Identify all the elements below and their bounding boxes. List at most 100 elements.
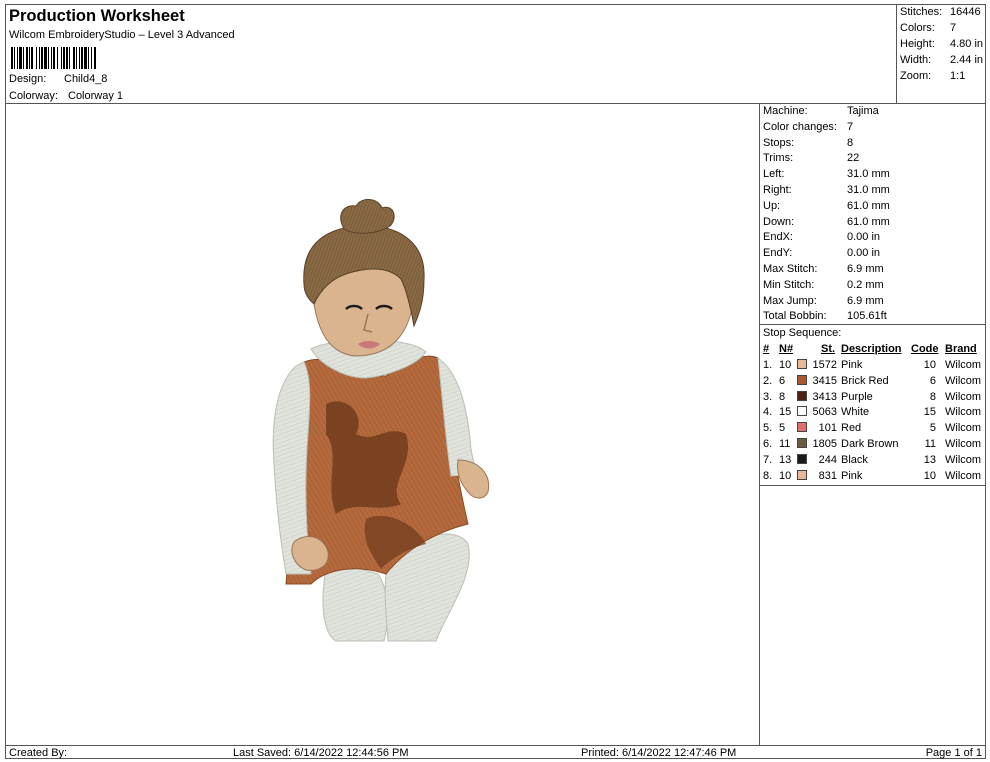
info-value: 22 [847, 152, 860, 165]
seq-cell-n: 6 [779, 374, 786, 387]
machine-info-row: Left: 31.0 mm [763, 168, 890, 180]
zoom-row: Zoom: 1:1 [900, 70, 966, 82]
seq-cell-num: 3. [763, 390, 773, 403]
design-label: Design: [9, 73, 47, 85]
divider [760, 324, 985, 325]
table-row: 7. 13 244 Black 13 Wilcom [760, 453, 985, 469]
seq-cell-st: 1572 [812, 359, 837, 371]
info-value: 8 [847, 136, 854, 149]
info-label: Machine: [763, 105, 808, 117]
seq-cell-description: Pink [841, 469, 863, 482]
info-value: 6.9 mm [847, 263, 884, 275]
seq-cell-code: 15 [923, 406, 936, 419]
machine-info-row: Total Bobbin: 105.61ft [763, 310, 887, 322]
machine-info-row: Max Jump: 6.9 mm [763, 295, 884, 307]
info-label: Right: [763, 184, 792, 196]
seq-cell-code: 11 [924, 438, 936, 450]
seq-cell-code: 10 [923, 359, 936, 371]
design-summary: Stitches: 16446 Colors: 7 Height: 4.80 in W… [897, 5, 985, 104]
info-label: Trims: [763, 152, 794, 165]
seq-cell-num: 7. [763, 453, 773, 466]
seq-cell-n: 15 [779, 406, 792, 419]
color-swatch-icon [797, 406, 807, 417]
seq-cell-brand: Wilcom [945, 374, 982, 387]
info-value: 0.00 in [847, 231, 881, 244]
stitches-row: Stitches: 16446 [900, 6, 981, 18]
seq-cell-description: Brick Red [841, 374, 889, 387]
color-swatch-icon [797, 453, 807, 464]
seq-cell-n: 10 [779, 359, 792, 371]
design-preview [6, 104, 760, 745]
seq-cell-st: 244 [818, 453, 837, 466]
seq-cell-n: 8 [779, 390, 786, 403]
seq-cell-num: 6. [763, 438, 773, 450]
col-description: Description [841, 343, 902, 355]
seq-cell-num: 8. [763, 469, 773, 482]
seq-cell-description: Dark Brown [841, 438, 899, 450]
seq-cell-st: 3413 [812, 390, 837, 403]
machine-info-row: Color changes: 7 [763, 121, 853, 133]
table-row: 1. 10 1572 Pink 10 Wilcom [760, 359, 985, 374]
machine-info-row: Down: 61.0 mm [763, 216, 890, 228]
seq-cell-brand: Wilcom [945, 438, 982, 450]
embroidery-child-figure-icon [272, 199, 490, 642]
seq-cell-st: 831 [818, 469, 837, 482]
seq-cell-num: 2. [763, 374, 773, 387]
color-swatch-icon [797, 390, 807, 401]
seq-cell-code: 13 [923, 453, 936, 466]
color-swatch-icon [797, 359, 807, 369]
divider [760, 485, 985, 486]
info-label: EndX: [763, 231, 793, 244]
info-label: Color changes: [763, 120, 837, 133]
design-row: Design: Child4_8 [9, 73, 107, 85]
seq-cell-n: 5 [779, 422, 786, 435]
seq-cell-description: Red [841, 422, 862, 435]
seq-cell-code: 10 [923, 469, 936, 482]
info-label: EndY: [763, 247, 793, 260]
info-label: Max Jump: [763, 294, 817, 307]
info-value: 105.61ft [847, 310, 887, 323]
colorway-row: Colorway: Colorway 1 [9, 90, 123, 102]
seq-cell-brand: Wilcom [945, 469, 982, 482]
created-by: Created By: [9, 747, 68, 759]
color-swatch-icon [797, 422, 807, 433]
seq-cell-description: Black [841, 453, 868, 466]
info-value: 31.0 mm [847, 168, 890, 181]
stop-sequence-header: # N# St. Description Code Brand [760, 343, 985, 358]
page-number: Page 1 of 1 [925, 747, 982, 759]
machine-info-row: Trims: 22 [763, 152, 859, 164]
seq-cell-code: 8 [929, 390, 936, 403]
seq-cell-brand: Wilcom [945, 453, 982, 466]
info-label: Left: [763, 168, 785, 181]
col-num: # [763, 343, 770, 355]
seq-cell-brand: Wilcom [945, 422, 982, 435]
info-label: Total Bobbin: [763, 310, 827, 323]
info-value: 7 [847, 120, 854, 133]
col-n: N# [779, 343, 794, 355]
table-row: 3. 8 3413 Purple 8 Wilcom [760, 390, 985, 406]
info-label: Stops: [763, 136, 795, 149]
table-row: 2. 6 3415 Brick Red 6 Wilcom [760, 374, 985, 390]
colors-value: 7 [950, 22, 957, 34]
seq-cell-description: Purple [841, 390, 873, 403]
table-row: 5. 5 101 Red 5 Wilcom [760, 422, 985, 437]
barcode-icon [11, 47, 138, 69]
color-swatch-icon [797, 374, 807, 385]
seq-cell-st: 101 [818, 422, 837, 435]
color-swatch-icon [797, 438, 807, 448]
info-value: 0.00 in [847, 247, 881, 260]
width-value: 2.44 in [950, 54, 984, 66]
info-label: Min Stitch: [763, 278, 815, 291]
seq-cell-num: 1. [763, 359, 773, 371]
seq-cell-brand: Wilcom [945, 406, 982, 419]
machine-info-row: Right: 31.0 mm [763, 184, 890, 196]
seq-cell-st: 3415 [812, 374, 837, 387]
zoom-value: 1:1 [950, 70, 966, 82]
seq-cell-st: 5063 [812, 406, 837, 419]
machine-info-row: Up: 61.0 mm [763, 200, 890, 212]
design-value: Child4_8 [64, 73, 108, 85]
machine-info-row: Max Stitch: 6.9 mm [763, 263, 884, 275]
seq-cell-description: Pink [841, 359, 863, 371]
page-title: Production Worksheet [9, 7, 185, 25]
seq-cell-brand: Wilcom [945, 390, 982, 403]
